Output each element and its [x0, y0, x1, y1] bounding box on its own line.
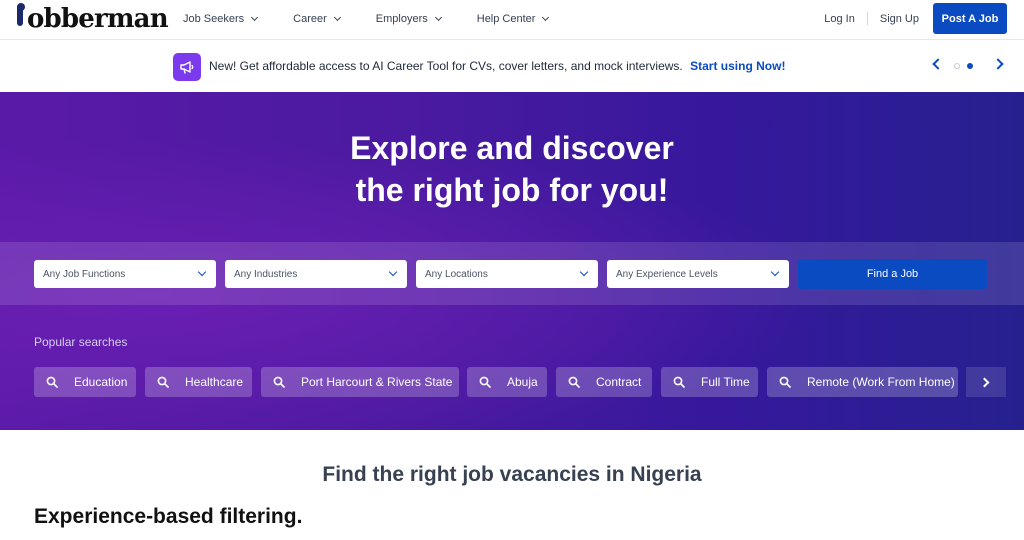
- announcement-text: New! Get affordable access to AI Career …: [209, 59, 785, 73]
- select-placeholder: Any Industries: [234, 268, 298, 280]
- chevron-down-icon: [251, 13, 259, 22]
- nav-label: Career: [293, 13, 327, 25]
- nav-label: Help Center: [476, 13, 536, 25]
- login-link[interactable]: Log In: [824, 13, 855, 25]
- job-functions-select[interactable]: Any Job Functions: [34, 260, 216, 288]
- popular-searches-next-button[interactable]: [966, 367, 1006, 397]
- experience-levels-select[interactable]: Any Experience Levels: [607, 260, 789, 288]
- carousel-dot-1[interactable]: [954, 63, 960, 69]
- search-icon: [273, 376, 285, 388]
- select-placeholder: Any Experience Levels: [616, 268, 718, 280]
- job-search-bar: Any Job Functions Any Industries Any Loc…: [0, 242, 1024, 305]
- logo-text: obberman: [27, 4, 169, 34]
- nav-label: Job Seekers: [183, 13, 245, 25]
- locations-select[interactable]: Any Locations: [416, 260, 598, 288]
- search-icon: [673, 376, 685, 388]
- chevron-down-icon: [197, 267, 207, 277]
- nav-career[interactable]: Career: [293, 13, 341, 25]
- jobberman-logo[interactable]: obberman: [13, 3, 169, 34]
- popular-chip-remote[interactable]: Remote (Work From Home): [767, 367, 958, 397]
- find-job-button[interactable]: Find a Job: [798, 259, 987, 289]
- popular-chip-full-time[interactable]: Full Time: [661, 367, 758, 397]
- search-icon: [568, 376, 580, 388]
- auth-actions: Log In Sign Up Post A Job: [824, 3, 1007, 34]
- post-job-button[interactable]: Post A Job: [933, 3, 1007, 34]
- hero-title-line-2: the right job for you!: [355, 172, 669, 208]
- announcement-bar: New! Get affordable access to AI Career …: [0, 41, 1024, 91]
- megaphone-icon: [173, 53, 201, 81]
- popular-chip-contract[interactable]: Contract: [556, 367, 652, 397]
- chip-label: Remote (Work From Home): [807, 375, 955, 389]
- experience-filtering-heading: Experience-based filtering.: [34, 505, 303, 528]
- select-placeholder: Any Job Functions: [43, 268, 126, 280]
- chevron-down-icon: [579, 267, 589, 277]
- start-using-link[interactable]: Start using Now!: [690, 59, 785, 73]
- carousel-dot-2-active[interactable]: [967, 63, 973, 69]
- popular-chip-healthcare[interactable]: Healthcare: [145, 367, 252, 397]
- chevron-down-icon: [770, 267, 780, 277]
- chevron-down-icon: [542, 13, 550, 22]
- chevron-right-icon: [979, 377, 989, 387]
- chevron-down-icon: [388, 267, 398, 277]
- popular-searches-list: Education Healthcare Port Harcourt & Riv…: [34, 367, 1024, 397]
- chip-label: Abuja: [507, 375, 538, 389]
- hero-section: Explore and discover the right job for y…: [0, 92, 1024, 430]
- chevron-down-icon: [333, 13, 341, 22]
- select-placeholder: Any Locations: [425, 268, 488, 280]
- chevron-right-icon[interactable]: [992, 58, 1004, 70]
- industries-select[interactable]: Any Industries: [225, 260, 407, 288]
- search-icon: [46, 376, 58, 388]
- chip-label: Full Time: [701, 375, 750, 389]
- main-nav: Job Seekers Career Employers Help Center: [183, 0, 584, 38]
- search-icon: [479, 376, 491, 388]
- chip-label: Education: [74, 375, 128, 389]
- chip-label: Healthcare: [185, 375, 244, 389]
- section-title: Find the right job vacancies in Nigeria: [322, 463, 702, 486]
- chevron-down-icon: [434, 13, 442, 22]
- popular-searches-label: Popular searches: [34, 335, 128, 349]
- announcement-message: New! Get affordable access to AI Career …: [209, 59, 683, 73]
- popular-chip-port-harcourt[interactable]: Port Harcourt & Rivers State: [261, 367, 459, 397]
- hero-title: Explore and discover the right job for y…: [0, 127, 1024, 211]
- nav-job-seekers[interactable]: Job Seekers: [183, 13, 259, 25]
- hero-title-line-1: Explore and discover: [350, 130, 674, 166]
- popular-chip-education[interactable]: Education: [34, 367, 136, 397]
- chip-label: Contract: [596, 375, 642, 389]
- top-navbar: obberman Job Seekers Career Employers He…: [0, 0, 1024, 40]
- chip-label: Port Harcourt & Rivers State: [301, 375, 453, 389]
- search-icon: [157, 376, 169, 388]
- nav-help-center[interactable]: Help Center: [476, 13, 550, 25]
- divider: [866, 12, 868, 25]
- nav-employers[interactable]: Employers: [375, 13, 442, 25]
- search-icon: [779, 376, 791, 388]
- nav-label: Employers: [375, 13, 428, 25]
- logo-person-icon: [13, 3, 27, 33]
- signup-link[interactable]: Sign Up: [880, 13, 919, 25]
- popular-chip-abuja[interactable]: Abuja: [467, 367, 547, 397]
- chevron-left-icon[interactable]: [932, 58, 944, 70]
